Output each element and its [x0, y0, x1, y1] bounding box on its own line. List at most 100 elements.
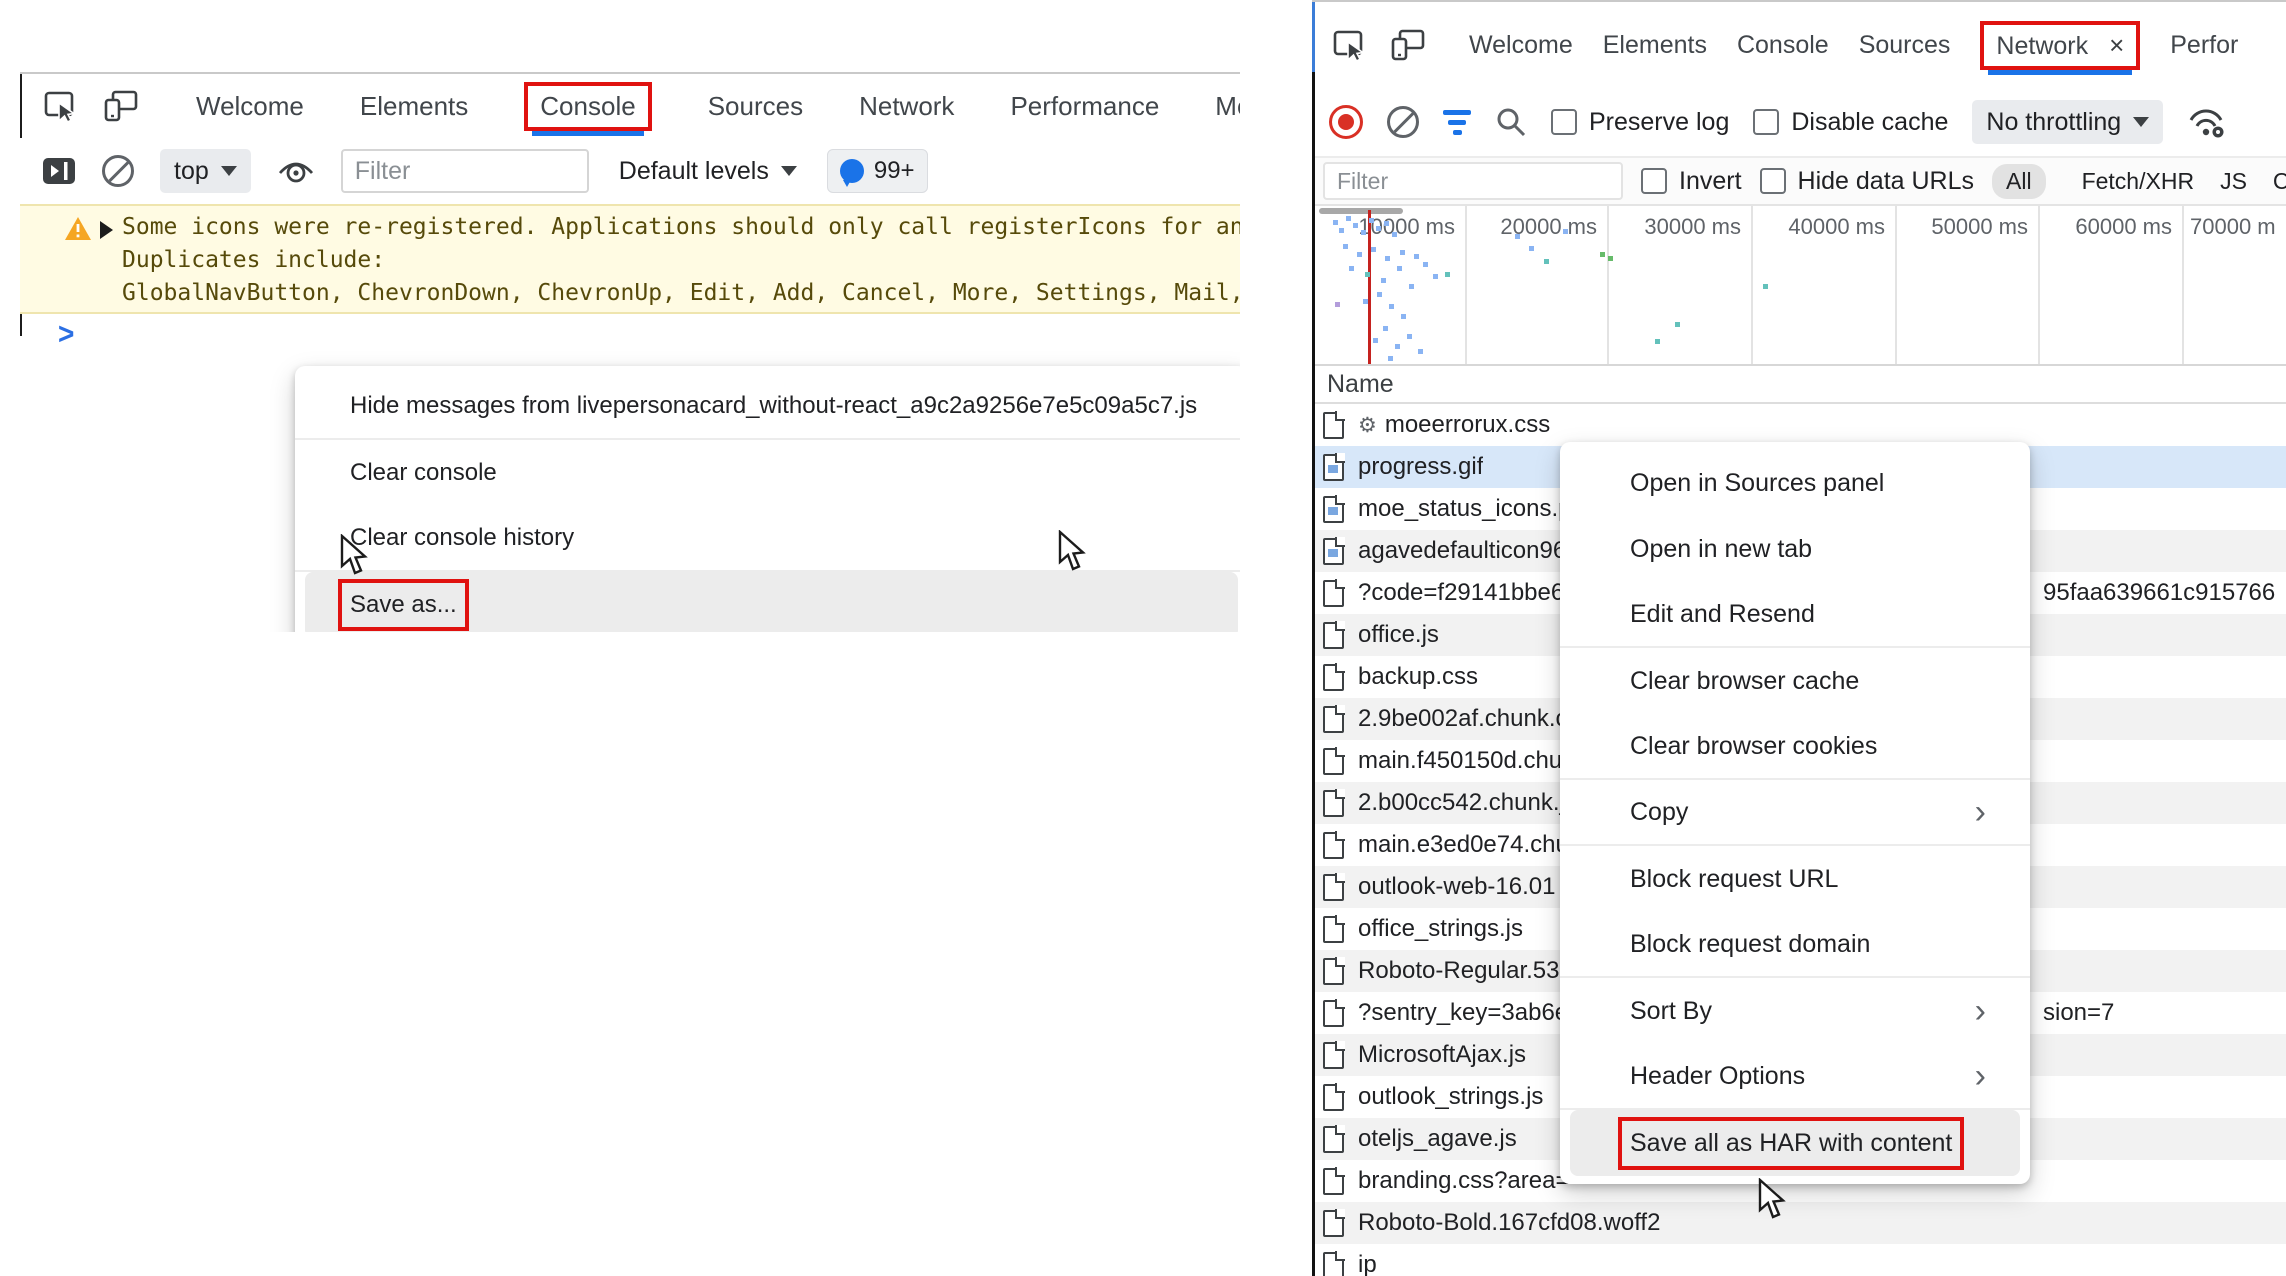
log-levels-dropdown[interactable]: Default levels: [619, 157, 797, 186]
request-type-filter[interactable]: JS: [2220, 168, 2247, 195]
console-prompt-chevron[interactable]: >: [58, 316, 74, 351]
hide-data-urls-checkbox[interactable]: [1760, 168, 1786, 194]
timeline-request-dot: [1600, 252, 1605, 257]
right-tab[interactable]: Sources: [1859, 31, 1951, 60]
issues-chat-icon: [840, 159, 864, 183]
request-type-filter[interactable]: C: [2273, 168, 2286, 195]
log-levels-label: Default levels: [619, 157, 769, 186]
request-name: Roboto-Regular.53: [1358, 957, 1559, 985]
request-row[interactable]: Roboto-Bold.167cfd08.woff2: [1315, 1202, 2286, 1244]
name-column-header[interactable]: Name: [1315, 366, 2286, 404]
expand-triangle-icon[interactable]: [100, 221, 113, 239]
timeline-request-dot: [1335, 302, 1340, 307]
console-sidebar-icon[interactable]: [42, 157, 76, 185]
network-toolbar: Preserve log Disable cache No throttling: [1315, 88, 2286, 158]
menu-item-label: Open in Sources panel: [1630, 469, 1884, 498]
request-row[interactable]: ip: [1315, 1244, 2286, 1276]
right-tab[interactable]: Perfor: [2170, 31, 2238, 60]
live-expression-eye-icon[interactable]: [277, 157, 315, 185]
request-name: backup.css: [1358, 663, 1478, 691]
clear-network-log-icon[interactable]: [1387, 106, 1419, 138]
request-name: outlook-web-16.01: [1358, 873, 1555, 901]
device-toolbar-icon[interactable]: [1391, 29, 1425, 61]
context-menu-item[interactable]: Block request domain: [1560, 912, 2030, 978]
screenshot-canvas: Welcome Elements Console Sources: [0, 0, 2286, 1276]
file-icon: [1323, 706, 1344, 733]
left-tab[interactable]: Network: [859, 91, 954, 122]
filter-all-pill[interactable]: All: [1992, 164, 2046, 199]
context-menu-item[interactable]: Open in Sources panel: [1560, 450, 2030, 516]
timeline-request-dot: [1409, 284, 1414, 289]
timeline-request-dot: [1376, 226, 1381, 231]
timeline-request-dot: [1400, 250, 1405, 255]
context-menu-item[interactable]: Sort By ›: [1560, 978, 2030, 1044]
timeline-tick-label: 10000 ms: [1315, 214, 1455, 240]
left-tab[interactable]: Console: [524, 82, 651, 131]
context-menu-item[interactable]: Clear console: [295, 440, 1240, 506]
context-menu-item[interactable]: Open in new tab: [1560, 516, 2030, 582]
preserve-log-checkbox[interactable]: [1551, 109, 1577, 135]
tab-label: Console: [1737, 31, 1829, 59]
timeline-request-dot: [1381, 278, 1386, 283]
device-toolbar-icon[interactable]: [104, 90, 138, 122]
request-name: ?code=f29141bbe6: [1358, 579, 1564, 607]
tab-close-icon[interactable]: ×: [2109, 30, 2124, 60]
invert-label: Invert: [1679, 167, 1742, 196]
filter-funnel-icon[interactable]: [1443, 110, 1471, 135]
timeline-request-dot: [1655, 339, 1660, 344]
context-menu-item[interactable]: Block request URL: [1560, 846, 2030, 912]
issues-badge[interactable]: 99+: [827, 149, 928, 193]
timeline-request-dot: [1407, 334, 1412, 339]
context-menu-item[interactable]: Clear browser cookies: [1560, 714, 2030, 780]
file-icon: [1323, 664, 1344, 691]
inspect-element-icon[interactable]: [44, 90, 78, 122]
context-menu-item[interactable]: Save as...: [305, 572, 1238, 632]
request-name: branding.css?area=: [1358, 1167, 1569, 1195]
context-menu-item[interactable]: Edit and Resend: [1560, 582, 2030, 648]
context-menu-item[interactable]: Clear console history: [295, 506, 1240, 572]
clear-console-icon[interactable]: [102, 155, 134, 187]
left-tab[interactable]: Sources: [708, 91, 803, 122]
context-menu-item[interactable]: Save all as HAR with content: [1570, 1110, 2020, 1176]
file-icon: [1323, 1084, 1344, 1111]
disable-cache-group: Disable cache: [1753, 108, 1948, 137]
request-name: MicrosoftAjax.js: [1358, 1041, 1526, 1069]
timeline-request-dot: [1544, 259, 1549, 264]
file-icon: [1323, 1126, 1344, 1153]
network-context-menu: Open in Sources panel Open in new tab Ed…: [1560, 442, 2030, 1184]
network-filter-input[interactable]: [1323, 162, 1623, 200]
timeline-tick-label: 70000 m: [2190, 214, 2286, 240]
right-tab[interactable]: Console: [1737, 31, 1829, 60]
search-icon[interactable]: [1495, 106, 1527, 138]
right-tab[interactable]: Elements: [1603, 31, 1707, 60]
network-conditions-wifi-icon[interactable]: [2187, 105, 2227, 139]
left-tab[interactable]: Welcome: [196, 91, 304, 122]
tab-label: Console: [540, 91, 635, 121]
console-filter-input[interactable]: [341, 149, 589, 193]
left-tab[interactable]: Elements: [360, 91, 468, 122]
timeline-request-dot: [1383, 326, 1388, 331]
tab-label: Welcome: [1469, 31, 1573, 59]
console-warning-message: Some icons were re-registered. Applicati…: [20, 204, 1240, 314]
context-menu-item[interactable]: Hide messages from livepersonacard_witho…: [295, 374, 1240, 440]
context-menu-item[interactable]: Header Options ›: [1560, 1044, 2030, 1110]
disable-cache-checkbox[interactable]: [1753, 109, 1779, 135]
left-tab[interactable]: Performance: [1010, 91, 1159, 122]
inspect-element-icon[interactable]: [1333, 29, 1367, 61]
right-tab[interactable]: Network ×: [1980, 21, 2140, 70]
context-menu-item[interactable]: Clear browser cache: [1560, 648, 2030, 714]
right-tab[interactable]: Welcome: [1469, 31, 1573, 60]
left-tab[interactable]: Memory: [1215, 91, 1240, 122]
timeline-tick-label: 60000 ms: [2032, 214, 2172, 240]
request-type-filter[interactable]: Fetch/XHR: [2082, 168, 2194, 195]
throttling-dropdown[interactable]: No throttling: [1972, 100, 2163, 144]
file-icon: [1323, 1000, 1344, 1027]
menu-item-label: Sort By: [1630, 997, 1712, 1026]
network-overview-timeline[interactable]: 10000 ms20000 ms30000 ms40000 ms50000 ms…: [1315, 206, 2286, 366]
context-selector[interactable]: top: [160, 149, 251, 193]
mouse-cursor: [1758, 1178, 1792, 1220]
context-menu-item[interactable]: Copy ›: [1560, 780, 2030, 846]
record-network-log-icon[interactable]: [1329, 105, 1363, 139]
request-row[interactable]: ⚙ moeerrorux.css: [1315, 404, 2286, 446]
invert-checkbox[interactable]: [1641, 168, 1667, 194]
